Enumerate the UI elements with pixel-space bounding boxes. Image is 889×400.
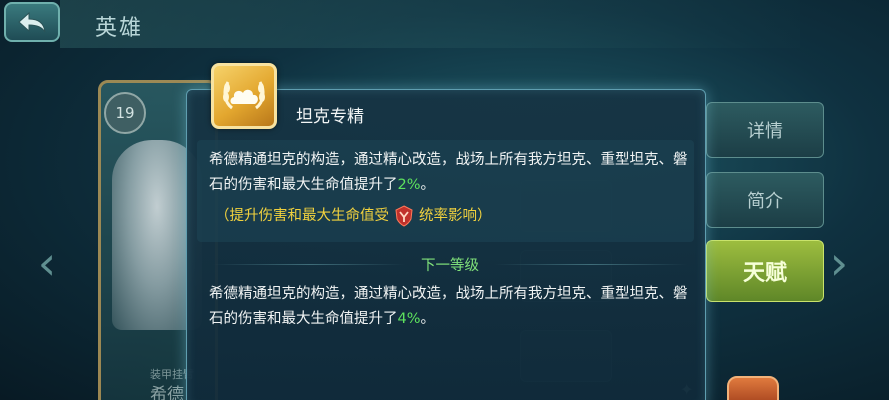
next-hero-arrow[interactable]: › xyxy=(826,228,852,298)
previous-hero-arrow[interactable]: ‹ xyxy=(34,228,60,298)
back-button[interactable] xyxy=(4,2,60,42)
tank-mastery-icon xyxy=(211,63,277,129)
next-level-label: 下一等级 xyxy=(421,257,479,274)
next-effect-value: 4% xyxy=(397,311,421,327)
current-effect-text: 希德精通坦克的构造，通过精心改造，战场上所有我方坦克、重型坦克、磐石的伤害和最大… xyxy=(209,152,688,193)
command-stat-icon xyxy=(393,205,415,227)
hero-level-badge: 19 xyxy=(104,92,146,134)
page-title: 英雄 xyxy=(95,16,144,41)
next-effect-text: 希德精通坦克的构造，通过精心改造，战场上所有我方坦克、重型坦克、磐石的伤害和最大… xyxy=(209,286,688,327)
current-effect-value: 2% xyxy=(397,177,421,193)
tab-talent[interactable]: 天赋 xyxy=(706,240,824,302)
influence-note: （提升伤害和最大生命值受 统率影响） xyxy=(215,205,492,227)
back-arrow-icon xyxy=(18,11,46,33)
next-level-divider: 下一等级 xyxy=(213,250,687,278)
tab-intro[interactable]: 简介 xyxy=(706,172,824,228)
top-bar-background xyxy=(60,0,800,48)
tab-detail[interactable]: 详情 xyxy=(706,102,824,158)
talent-tooltip xyxy=(186,89,706,400)
action-button[interactable] xyxy=(727,376,779,400)
hero-name: 希德 xyxy=(150,385,184,400)
talent-title: 坦克专精 xyxy=(296,107,364,127)
